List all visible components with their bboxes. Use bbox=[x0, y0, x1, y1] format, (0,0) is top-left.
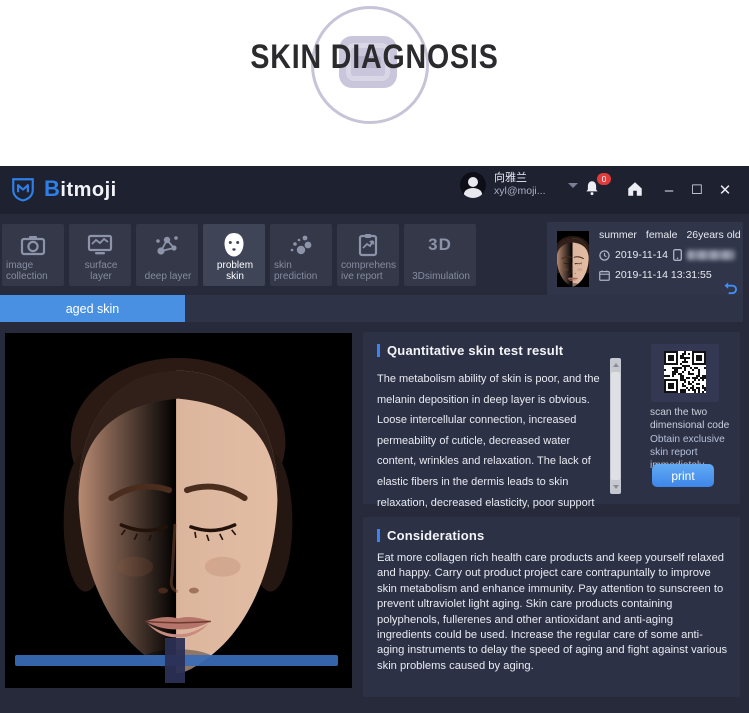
tool-surface-layer[interactable]: surface layer bbox=[69, 224, 131, 286]
clipboard-chart-icon bbox=[355, 232, 381, 258]
chevron-down-icon[interactable] bbox=[568, 183, 578, 188]
user-avatar[interactable] bbox=[460, 172, 486, 198]
scroll-up-icon[interactable] bbox=[613, 363, 619, 367]
patient-info-panel: summer female 26years old 2019-11-14 201… bbox=[547, 222, 743, 296]
titlebar: Bitmoji 向雅兰 xyl@moji... 0 – ☐ ✕ bbox=[0, 166, 749, 214]
close-button[interactable]: ✕ bbox=[711, 181, 739, 199]
tool-label: comprehensive report bbox=[339, 260, 397, 282]
calendar-icon bbox=[599, 270, 610, 281]
tool-label: deep layer bbox=[138, 271, 196, 282]
print-button[interactable]: print bbox=[652, 464, 714, 487]
tab-aged-skin[interactable]: aged skin bbox=[0, 295, 185, 322]
result-panel-title: Quantitative skin test result bbox=[387, 343, 563, 358]
patient-face-photo bbox=[5, 333, 352, 688]
title-accent-bar bbox=[377, 529, 380, 542]
considerations-text: Eat more collagen rich health care produ… bbox=[377, 551, 729, 674]
home-icon bbox=[626, 180, 644, 198]
tool-problem-skin[interactable]: problem skin bbox=[203, 224, 265, 286]
back-button[interactable] bbox=[723, 281, 738, 295]
app-name: Bitmoji bbox=[44, 176, 117, 202]
user-email: xyl@moji... bbox=[494, 185, 546, 198]
dots-icon bbox=[288, 232, 314, 258]
scroll-down-icon[interactable] bbox=[613, 485, 619, 489]
title-accent-bar bbox=[377, 344, 380, 357]
patient-thumbnail[interactable] bbox=[557, 231, 589, 287]
user-account[interactable]: 向雅兰 xyl@moji... bbox=[460, 172, 578, 198]
tool-label: 3Dsimulation bbox=[406, 271, 474, 282]
home-button[interactable] bbox=[626, 180, 644, 198]
page-title: SKIN DIAGNOSIS bbox=[60, 38, 689, 77]
result-panel: Quantitative skin test result The metabo… bbox=[363, 332, 740, 504]
qr-code bbox=[664, 351, 706, 393]
tool-image-collection[interactable]: image collection bbox=[2, 224, 64, 286]
molecule-icon bbox=[154, 232, 180, 258]
app-window: Bitmoji 向雅兰 xyl@moji... 0 – ☐ ✕ bbox=[0, 166, 749, 713]
qr-scan-hint: scan the two dimensional code bbox=[650, 406, 738, 432]
maximize-button[interactable]: ☐ bbox=[683, 182, 711, 198]
undo-arrow-icon bbox=[723, 281, 738, 295]
page-header: SKIN DIAGNOSIS bbox=[0, 0, 749, 166]
tool-label: image collection bbox=[4, 260, 62, 282]
considerations-panel: Considerations Eat more collagen rich he… bbox=[363, 517, 740, 697]
phone-icon bbox=[673, 249, 682, 261]
monitor-wave-icon bbox=[87, 232, 113, 258]
tool-label: surface layer bbox=[71, 260, 129, 282]
scrollbar-thumb[interactable] bbox=[611, 372, 620, 480]
camera-icon bbox=[20, 232, 46, 258]
face-image bbox=[5, 333, 352, 688]
app-logo-shield-icon bbox=[10, 176, 36, 202]
clock-icon bbox=[599, 250, 610, 261]
tool-skin-prediction[interactable]: skin prediction bbox=[270, 224, 332, 286]
notification-badge: 0 bbox=[597, 173, 611, 185]
patient-name: summer bbox=[599, 229, 637, 241]
minimize-button[interactable]: – bbox=[655, 182, 683, 199]
tool-3d-simulation[interactable]: 3D 3Dsimulation bbox=[404, 224, 476, 286]
face-mask-icon bbox=[221, 232, 247, 258]
toolbar: image collection surface layer deep laye… bbox=[2, 224, 476, 286]
tab-row: aged skin bbox=[0, 295, 743, 322]
app-brand: Bitmoji bbox=[10, 176, 117, 202]
result-scrollbar[interactable] bbox=[610, 358, 621, 494]
tool-label: problem skin bbox=[205, 260, 263, 282]
user-name: 向雅兰 bbox=[494, 172, 546, 185]
test-date: 2019-11-14 bbox=[615, 249, 668, 261]
compare-slider-handle[interactable] bbox=[165, 638, 185, 683]
phone-number-redacted bbox=[687, 250, 735, 260]
three-d-icon: 3D bbox=[428, 232, 452, 258]
notifications-button[interactable]: 0 bbox=[583, 178, 605, 202]
considerations-title: Considerations bbox=[387, 528, 484, 543]
patient-age: 26years old bbox=[686, 229, 740, 241]
patient-gender: female bbox=[646, 229, 678, 241]
tool-comprehensive-report[interactable]: comprehensive report bbox=[337, 224, 399, 286]
test-datetime: 2019-11-14 13:31:55 bbox=[615, 269, 712, 281]
result-text: The metabolism ability of skin is poor, … bbox=[377, 369, 609, 534]
tool-deep-layer[interactable]: deep layer bbox=[136, 224, 198, 286]
tool-label: skin prediction bbox=[272, 260, 330, 282]
